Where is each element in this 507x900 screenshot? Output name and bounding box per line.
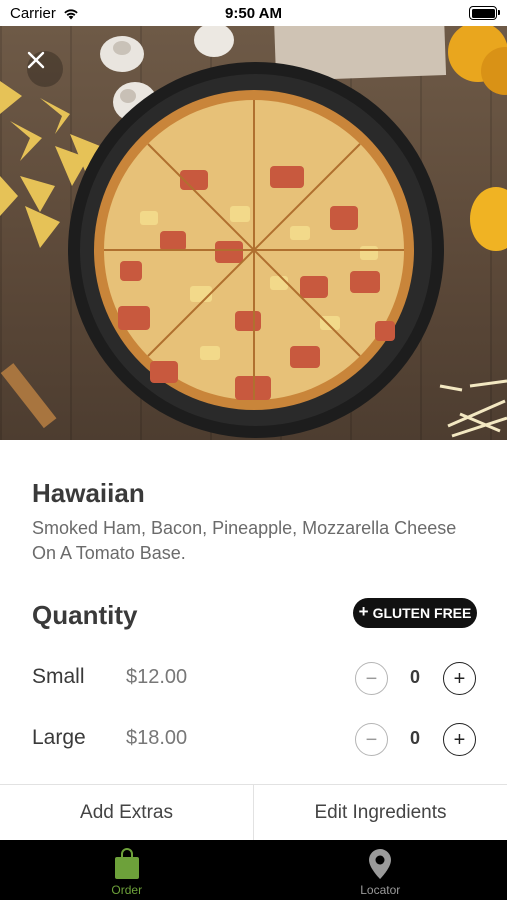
increment-button[interactable]: + bbox=[443, 723, 476, 756]
plus-icon: + bbox=[358, 602, 369, 621]
tab-bar: Order Locator bbox=[0, 840, 507, 900]
size-label: Small bbox=[32, 665, 85, 688]
size-price: $12.00 bbox=[126, 666, 188, 688]
decrement-button[interactable]: − bbox=[355, 723, 388, 756]
quantity-title: Quantity bbox=[32, 600, 138, 630]
gluten-free-button[interactable]: + GLUTEN FREE bbox=[353, 598, 477, 628]
quantity-count: 0 bbox=[409, 667, 420, 687]
location-pin-icon bbox=[369, 849, 392, 879]
tab-order[interactable]: Order bbox=[0, 840, 254, 900]
size-row-small: Small $12.00 − 0 + bbox=[0, 659, 507, 699]
size-label: Large bbox=[32, 726, 86, 749]
close-icon bbox=[27, 51, 45, 69]
add-extras-button[interactable]: Add Extras bbox=[0, 785, 253, 840]
status-bar: Carrier 9:50 AM bbox=[0, 0, 507, 26]
size-row-large: Large $18.00 − 0 + bbox=[0, 720, 507, 760]
pizza-photo bbox=[0, 26, 507, 438]
tab-label: Locator bbox=[360, 883, 401, 897]
plus-icon: + bbox=[453, 667, 466, 690]
increment-button[interactable]: + bbox=[443, 662, 476, 695]
shopping-bag-icon bbox=[114, 848, 139, 879]
tab-locator[interactable]: Locator bbox=[254, 840, 507, 900]
battery-icon bbox=[469, 6, 500, 20]
minus-icon: − bbox=[365, 728, 378, 751]
decrement-button[interactable]: − bbox=[355, 662, 388, 695]
quantity-count: 0 bbox=[409, 728, 420, 748]
product-description: Smoked Ham, Bacon, Pineapple, Mozzarella… bbox=[32, 518, 457, 563]
status-time: 9:50 AM bbox=[225, 5, 282, 22]
product-title: Hawaiian bbox=[32, 478, 145, 508]
plus-icon: + bbox=[453, 728, 466, 751]
edit-ingredients-button[interactable]: Edit Ingredients bbox=[253, 785, 507, 840]
tab-label: Order bbox=[111, 883, 143, 897]
gluten-free-label: GLUTEN FREE bbox=[372, 605, 472, 621]
size-price: $18.00 bbox=[126, 727, 188, 749]
hero-image bbox=[0, 26, 507, 440]
minus-icon: − bbox=[365, 667, 378, 690]
action-row: Add Extras Edit Ingredients bbox=[0, 784, 507, 840]
close-button[interactable] bbox=[27, 51, 63, 87]
